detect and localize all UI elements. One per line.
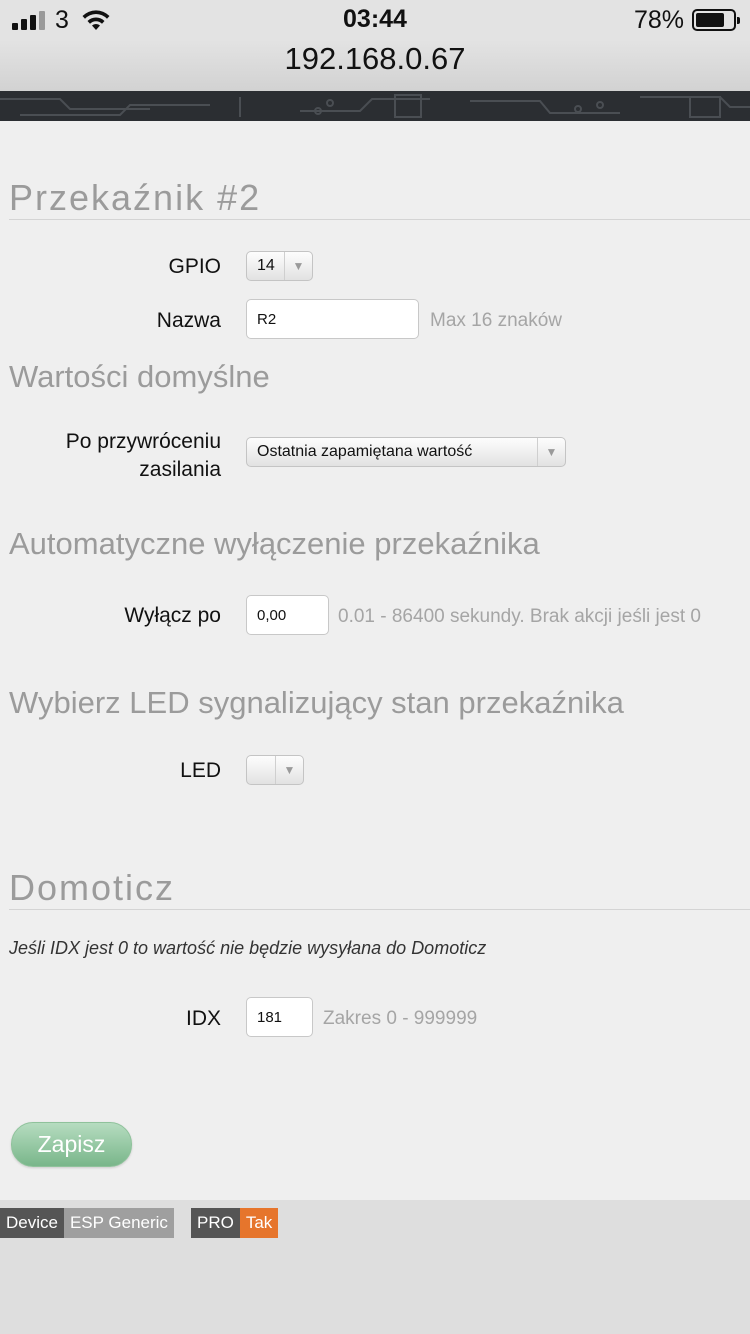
status-bar: 3 03:44 78% [0,0,750,40]
device-badge: Device ESP Generic [0,1208,174,1238]
name-input[interactable] [246,299,419,339]
led-select[interactable]: ▼ [246,755,304,785]
name-label: Nazwa [156,309,221,332]
off-after-hint: 0.01 - 86400 sekundy. Brak akcji jeśli j… [338,606,701,627]
power-restore-label: Po przywróceniu zasilania [66,428,221,484]
gpio-label: GPIO [168,255,221,278]
gpio-select[interactable]: 14 ▼ [246,251,313,281]
name-hint: Max 16 znaków [430,310,563,331]
defaults-heading: Wartości domyślne [9,359,270,394]
domoticz-note: Jeśli IDX jest 0 to wartość nie będzie w… [9,938,487,958]
pro-badge-label: PRO [191,1208,240,1238]
gpio-select-value: 14 [257,257,275,274]
chevron-down-icon: ▼ [537,438,565,466]
power-restore-select[interactable]: Ostatnia zapamiętana wartość ▼ [246,437,566,467]
auto-off-heading: Automatyczne wyłączenie przekaźnika [9,526,540,561]
title-divider [9,219,750,220]
power-restore-label-line2: zasilania [139,458,221,481]
address-bar[interactable]: 192.168.0.67 [0,40,750,91]
pcb-banner-image [0,91,750,121]
idx-hint: Zakres 0 - 999999 [323,1008,478,1029]
idx-label: IDX [185,1007,221,1030]
pro-badge: PRO Tak [191,1208,279,1238]
pro-badge-value: Tak [239,1208,279,1238]
header-banner [0,91,750,121]
battery-icon [692,9,740,31]
page-title: Przekaźnik #2 [9,177,262,218]
status-right: 78% [633,5,740,34]
power-restore-label-line1: Po przywróceniu [65,430,221,453]
device-badge-label: Device [0,1208,64,1238]
battery-percent: 78% [633,5,684,34]
battery-fill [696,13,725,27]
device-badge-value: ESP Generic [63,1208,174,1238]
off-after-label: Wyłącz po [124,604,221,627]
off-after-input[interactable] [246,595,329,635]
settings-form: Przekaźnik #2 GPIO 14 ▼ Nazwa Max 16 zna… [0,121,750,1200]
domoticz-divider [9,909,750,910]
url-text: 192.168.0.67 [284,41,466,76]
chevron-down-icon: ▼ [284,252,312,280]
power-restore-select-value: Ostatnia zapamiętana wartość [257,443,473,460]
domoticz-heading: Domoticz [9,867,176,908]
led-label: LED [180,759,221,782]
idx-input[interactable] [246,997,313,1037]
chevron-down-icon: ▼ [275,756,303,784]
led-heading: Wybierz LED sygnalizujący stan przekaźni… [9,685,624,720]
footer: Device ESP Generic PRO Tak [0,1200,750,1334]
save-button[interactable]: Zapisz [11,1122,132,1167]
